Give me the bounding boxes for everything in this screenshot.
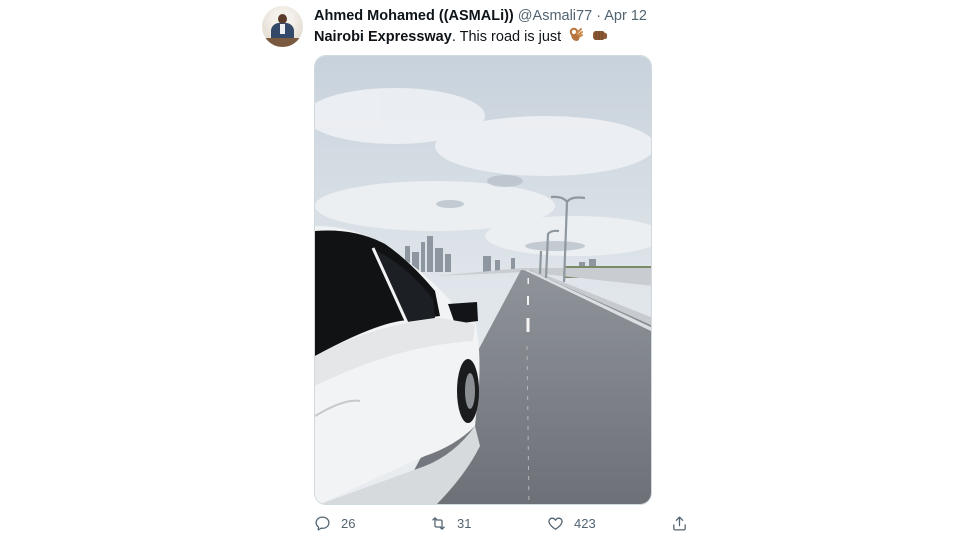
tweet-photo[interactable] (314, 55, 652, 505)
tweet-text: Nairobi Expressway. This road is just (314, 27, 608, 48)
reply-button[interactable]: 26 (314, 515, 355, 532)
fist-emoji (591, 27, 608, 48)
tweet-text-bold: Nairobi Expressway (314, 29, 452, 45)
tweet-date[interactable]: Apr 12 (604, 8, 647, 24)
tweet-text-rest: . This road is just (451, 29, 562, 45)
heart-icon (548, 517, 563, 530)
reply-count: 26 (341, 516, 356, 531)
reply-icon (315, 516, 330, 531)
author-avatar[interactable] (262, 6, 303, 47)
tweet-header: Ahmed Mohamed ((ASMALi)) @Asmali77 · Apr… (314, 8, 647, 25)
header-separator: · (596, 8, 602, 24)
share-icon (673, 516, 686, 531)
avatar-shirt (280, 24, 285, 34)
like-button[interactable]: 423 (547, 515, 596, 532)
ok-hand-emoji (568, 27, 584, 48)
like-count: 423 (574, 516, 596, 531)
share-button[interactable] (671, 515, 688, 532)
author-handle[interactable]: @Asmali77 (518, 8, 592, 24)
author-name[interactable]: Ahmed Mohamed ((ASMALi)) (314, 8, 514, 24)
photo-expressway-car (315, 56, 651, 504)
avatar-desk (266, 38, 299, 47)
tweet-actions: 26 31 423 (0, 515, 960, 535)
retweet-count: 31 (457, 516, 472, 531)
retweet-button[interactable]: 31 (430, 515, 471, 532)
retweet-icon (432, 517, 445, 530)
